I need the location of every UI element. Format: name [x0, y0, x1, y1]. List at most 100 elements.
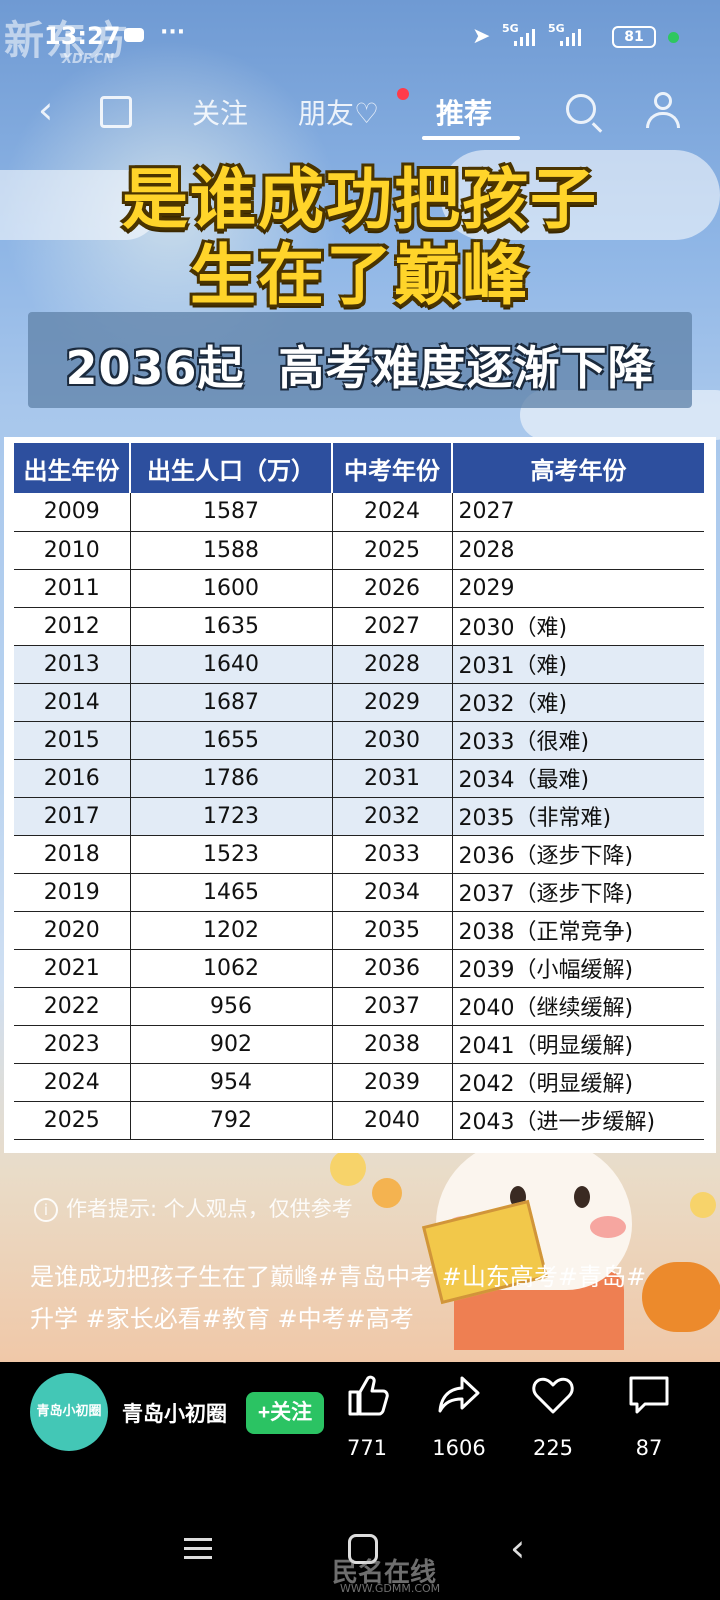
headline-line-2: 生在了巅峰	[190, 237, 530, 314]
comment-count: 87	[635, 1436, 663, 1460]
cell-gaokao-year: 2033（很难)	[452, 721, 704, 760]
cell-gaokao-year: 2041（明显缓解)	[452, 1025, 704, 1064]
cell-birth-population: 1465	[130, 873, 333, 912]
favorite-count: 225	[532, 1436, 574, 1460]
table-row: 2010 1588 2025 2028	[14, 531, 704, 570]
back-arrow-icon[interactable]: ‹	[38, 88, 53, 132]
cell-gaokao-year: 2028	[452, 531, 704, 570]
multi-window-icon[interactable]	[100, 96, 132, 128]
table-row: 2016 1786 2031 2034（最难)	[14, 759, 704, 798]
cell-birth-year: 2014	[14, 683, 131, 722]
like-count: 771	[346, 1436, 388, 1460]
tab-recommended[interactable]: 推荐	[436, 92, 492, 132]
flower-illustration	[690, 1192, 716, 1218]
table-row: 2012 1635 2027 2030（难)	[14, 607, 704, 646]
cell-birth-population: 954	[130, 1063, 333, 1102]
cell-gaokao-year: 2039（小幅缓解)	[452, 949, 704, 988]
table-row: 2013 1640 2028 2031（难)	[14, 645, 704, 684]
cell-zhongkao-year: 2027	[332, 607, 453, 646]
table-header-row: 出生年份 出生人口（万） 中考年份 高考年份	[14, 443, 704, 493]
table-row: 2023 902 2038 2041（明显缓解)	[14, 1025, 704, 1064]
cell-birth-population: 1588	[130, 531, 333, 570]
cell-birth-population: 1635	[130, 607, 333, 646]
recent-apps-icon[interactable]	[184, 1538, 212, 1560]
table-row: 2024 954 2039 2042（明显缓解)	[14, 1063, 704, 1102]
table-row: 2022 956 2037 2040（继续缓解)	[14, 987, 704, 1026]
top-navigation: ‹ 关注 朋友♡ 推荐	[0, 84, 720, 144]
cell-birth-population: 1202	[130, 911, 333, 950]
cell-birth-year: 2012	[14, 607, 131, 646]
cell-gaokao-year: 2037（逐步下降)	[452, 873, 704, 912]
cell-gaokao-year: 2043（进一步缓解)	[452, 1101, 704, 1140]
favorite-button[interactable]: 225	[518, 1372, 588, 1460]
cell-birth-year: 2010	[14, 531, 131, 570]
cell-gaokao-year: 2040（继续缓解)	[452, 987, 704, 1026]
cell-birth-year: 2015	[14, 721, 131, 760]
flower-illustration	[330, 1150, 366, 1186]
cell-zhongkao-year: 2033	[332, 835, 453, 874]
cell-birth-year: 2009	[14, 493, 131, 532]
flower-illustration	[372, 1178, 402, 1208]
header-gaokao-year: 高考年份	[452, 443, 704, 493]
cell-birth-population: 1687	[130, 683, 333, 722]
cell-birth-population: 1062	[130, 949, 333, 988]
cell-birth-year: 2025	[14, 1101, 131, 1140]
cell-birth-year: 2020	[14, 911, 131, 950]
author-tip: i 作者提示: 个人观点，仅供参考	[34, 1193, 353, 1223]
cell-birth-population: 1640	[130, 645, 333, 684]
header-birth-population: 出生人口（万）	[130, 443, 333, 493]
system-back-icon[interactable]: ‹	[510, 1526, 525, 1570]
comment-button[interactable]: 87	[614, 1372, 684, 1460]
cell-birth-population: 902	[130, 1025, 333, 1064]
cell-birth-population: 1587	[130, 493, 333, 532]
table-row: 2025 792 2040 2043（进一步缓解)	[14, 1101, 704, 1140]
cell-birth-year: 2018	[14, 835, 131, 874]
info-icon: i	[34, 1198, 58, 1222]
author-name[interactable]: 青岛小初圈	[122, 1398, 227, 1428]
signal-bars-icon	[560, 28, 588, 46]
cell-birth-year: 2013	[14, 645, 131, 684]
cell-zhongkao-year: 2038	[332, 1025, 453, 1064]
status-bar: 13:27 ··· ➤ 5G 5G 81	[0, 18, 720, 58]
thumbs-up-icon	[332, 1372, 402, 1422]
table-row: 2009 1587 2024 2027	[14, 493, 704, 532]
cell-birth-population: 956	[130, 987, 333, 1026]
cell-gaokao-year: 2038（正常竞争)	[452, 911, 704, 950]
cell-zhongkao-year: 2037	[332, 987, 453, 1026]
table-row: 2015 1655 2030 2033（很难)	[14, 721, 704, 760]
cell-gaokao-year: 2035（非常难)	[452, 797, 704, 836]
share-count: 1606	[432, 1436, 486, 1460]
tab-friends[interactable]: 朋友♡	[298, 92, 379, 132]
cell-zhongkao-year: 2029	[332, 683, 453, 722]
avatar[interactable]: 青岛小初圈	[30, 1373, 108, 1451]
cell-birth-population: 1786	[130, 759, 333, 798]
site-watermark: 民名在线 WWW.GDMM.COM	[262, 1552, 440, 1595]
search-icon[interactable]	[566, 94, 596, 124]
cell-birth-year: 2011	[14, 569, 131, 608]
cell-birth-population: 1655	[130, 721, 333, 760]
cell-gaokao-year: 2036（逐步下降)	[452, 835, 704, 874]
cell-birth-population: 792	[130, 1101, 333, 1140]
cell-birth-year: 2021	[14, 949, 131, 988]
cell-gaokao-year: 2030（难)	[452, 607, 704, 646]
post-description[interactable]: 是谁成功把孩子生在了巅峰#青岛中考 #山东高考#青岛#升学 #家长必看#教育 #…	[30, 1256, 670, 1340]
cell-zhongkao-year: 2040	[332, 1101, 453, 1140]
like-button[interactable]: 771	[332, 1372, 402, 1460]
car-icon	[124, 28, 144, 42]
follow-button[interactable]: +关注	[246, 1392, 324, 1434]
character-cheek	[590, 1216, 626, 1238]
share-button[interactable]: 1606	[424, 1372, 494, 1460]
cell-birth-year: 2024	[14, 1063, 131, 1102]
character-eye	[574, 1186, 590, 1208]
cell-birth-year: 2019	[14, 873, 131, 912]
more-status-icon: ···	[160, 20, 186, 45]
heart-icon	[518, 1372, 588, 1422]
profile-icon[interactable]	[646, 92, 680, 128]
table-row: 2020 1202 2035 2038（正常竞争)	[14, 911, 704, 950]
cell-zhongkao-year: 2035	[332, 911, 453, 950]
tab-following[interactable]: 关注	[192, 92, 248, 132]
table-row: 2017 1723 2032 2035（非常难)	[14, 797, 704, 836]
privacy-dot-icon	[668, 32, 679, 43]
cell-zhongkao-year: 2030	[332, 721, 453, 760]
cell-gaokao-year: 2034（最难)	[452, 759, 704, 798]
